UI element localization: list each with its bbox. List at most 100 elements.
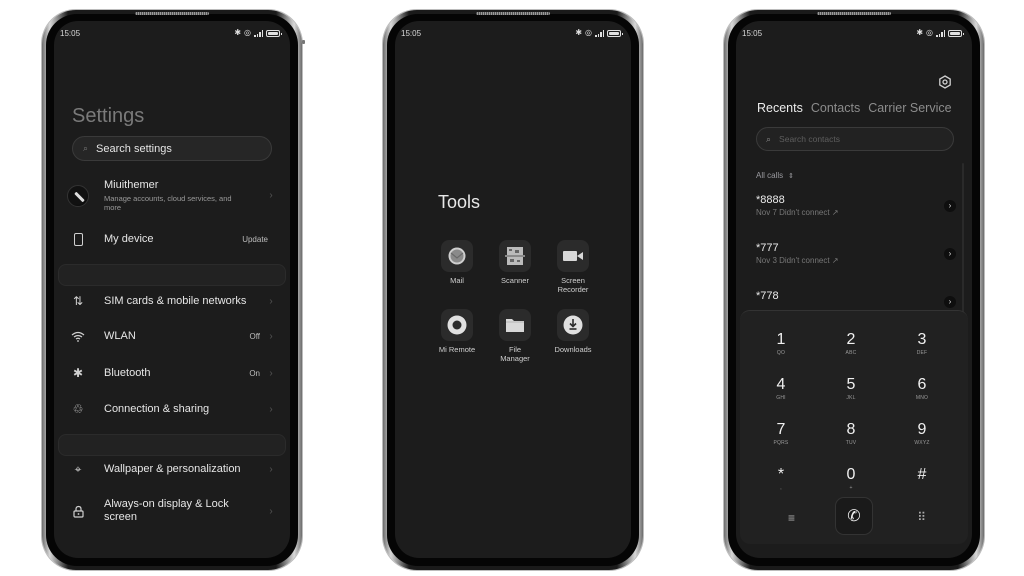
- my-device-label: My device: [104, 233, 154, 245]
- account-subtitle: Manage accounts, cloud services, and mor…: [104, 194, 232, 212]
- call-details-button[interactable]: ›: [944, 200, 956, 212]
- recent-call-item[interactable]: *778 ›: [756, 290, 956, 308]
- settings-item-connection-sharing[interactable]: ♲ Connection & sharing ›: [66, 402, 276, 416]
- dialpad-toggle-icon[interactable]: ⠿: [917, 510, 926, 524]
- key-9[interactable]: 9 WXYZ: [892, 421, 952, 446]
- outgoing-arrow-icon: ↗: [831, 208, 839, 217]
- settings-item-lock-screen[interactable]: Always-on display & Lock screen ›: [66, 498, 276, 524]
- phone-bezel: 15:05 ✱ ◎ Recents Contacts Carrier Servi…: [728, 12, 980, 566]
- earpiece: [135, 12, 209, 15]
- page-title: Settings: [72, 105, 145, 127]
- phone-tools: 15:05 ✱ ◎ Tools Mail Scanner Screen Reco…: [383, 10, 643, 570]
- sim-icon: ⇅: [72, 294, 84, 308]
- app-scanner[interactable]: Scanner: [490, 240, 540, 285]
- app-mail[interactable]: Mail: [432, 240, 482, 285]
- earpiece: [476, 12, 550, 15]
- phone-settings: 15:05 ✱ ◎ Settings ⌕ Search settings Miu…: [42, 10, 305, 570]
- menu-icon[interactable]: ≡: [788, 511, 795, 525]
- scrollbar[interactable]: [962, 163, 964, 313]
- search-input[interactable]: ⌕ Search settings: [72, 136, 272, 161]
- status-bar: 15:05 ✱ ◎: [742, 27, 964, 39]
- paint-icon: ⌖: [74, 462, 82, 476]
- alarm-status-icon: ◎: [585, 28, 592, 37]
- app-label: Scanner: [501, 276, 529, 285]
- key-8[interactable]: 8 TUV: [821, 421, 881, 446]
- key-hash[interactable]: #: [892, 466, 952, 485]
- call-button[interactable]: ✆: [835, 497, 873, 535]
- signal-icon: [254, 29, 263, 37]
- recent-call-item[interactable]: *777 Nov 3 Didn't connect ↗ ›: [756, 242, 956, 265]
- recent-number: *777: [756, 242, 779, 254]
- settings-item-my-device[interactable]: My device Update: [66, 233, 276, 246]
- status-time: 15:05: [742, 28, 763, 38]
- key-5[interactable]: 5 JKL: [821, 376, 881, 401]
- download-icon: [557, 309, 589, 341]
- app-label: Mail: [450, 276, 464, 285]
- folder-title: Tools: [438, 192, 481, 212]
- recent-number: *778: [756, 290, 779, 302]
- bluetooth-status: On: [249, 368, 260, 378]
- phone-icon: [73, 233, 83, 246]
- signal-icon: [936, 29, 945, 37]
- settings-item-wlan[interactable]: WLAN Off ›: [66, 330, 276, 343]
- tab-contacts[interactable]: Contacts: [811, 101, 860, 115]
- key-4[interactable]: 4 GHI: [751, 376, 811, 401]
- call-filter-dropdown[interactable]: All calls ⇕: [756, 171, 794, 180]
- alarm-status-icon: ◎: [926, 28, 933, 37]
- app-downloads[interactable]: Downloads: [548, 309, 598, 354]
- settings-gear-icon[interactable]: [938, 75, 952, 89]
- key-6[interactable]: 6 MNO: [892, 376, 952, 401]
- chevron-right-icon: ›: [269, 505, 273, 517]
- wlan-status: Off: [249, 332, 260, 341]
- key-1[interactable]: 1 QO: [751, 331, 811, 356]
- wifi-icon: [66, 331, 90, 342]
- search-icon: ⌕: [83, 143, 89, 153]
- battery-icon: [607, 29, 623, 37]
- call-details-button[interactable]: ›: [944, 296, 956, 308]
- bluetooth-status-icon: ✱: [575, 28, 583, 37]
- key-2[interactable]: 2 ABC: [821, 331, 881, 356]
- key-star[interactable]: *,: [751, 466, 811, 491]
- phone-dialer: 15:05 ✱ ◎ Recents Contacts Carrier Servi…: [724, 10, 984, 570]
- tab-carrier-service[interactable]: Carrier Service: [868, 101, 951, 115]
- settings-item-wallpaper[interactable]: ⌖ Wallpaper & personalization ›: [66, 462, 276, 477]
- phone-bezel: 15:05 ✱ ◎ Settings ⌕ Search settings Miu…: [46, 12, 298, 566]
- key-0[interactable]: 0 +: [821, 466, 881, 491]
- key-7[interactable]: 7 PQRS: [751, 421, 811, 446]
- tab-recents[interactable]: Recents: [757, 101, 803, 115]
- settings-item-label: Connection & sharing: [104, 402, 210, 415]
- mail-icon: [441, 240, 473, 272]
- chevron-right-icon: ›: [269, 403, 273, 415]
- settings-item-bluetooth[interactable]: ✱ Bluetooth On ›: [66, 366, 276, 380]
- recent-number: *8888: [756, 194, 785, 206]
- remote-icon: [441, 309, 473, 341]
- app-file-manager[interactable]: File Manager: [490, 309, 540, 363]
- settings-item-sim[interactable]: ⇅ SIM cards & mobile networks ›: [66, 294, 276, 308]
- chevron-right-icon: ›: [269, 367, 273, 379]
- section-divider: [58, 434, 286, 456]
- key-3[interactable]: 3 DEF: [892, 331, 952, 356]
- share-icon: ♲: [72, 402, 84, 416]
- call-details-button[interactable]: ›: [944, 248, 956, 260]
- status-bar: 15:05 ✱ ◎: [401, 27, 623, 39]
- account-name: Miuithemer: [104, 179, 159, 191]
- settings-item-label: Wallpaper & personalization: [104, 463, 241, 475]
- signal-icon: [595, 29, 604, 37]
- settings-item-account[interactable]: Miuithemer Manage accounts, cloud servic…: [66, 179, 276, 212]
- app-label: Screen Recorder: [557, 276, 589, 294]
- tools-screen: 15:05 ✱ ◎ Tools Mail Scanner Screen Reco…: [395, 21, 631, 558]
- settings-item-label: WLAN: [104, 330, 136, 342]
- video-camera-icon: [557, 240, 589, 272]
- status-time: 15:05: [401, 28, 422, 38]
- recent-detail: Nov 3 Didn't connect: [756, 256, 830, 265]
- recent-call-item[interactable]: *8888 Nov 7 Didn't connect ↗ ›: [756, 194, 956, 217]
- phone-call-icon: ✆: [847, 508, 861, 525]
- recent-detail: Nov 7 Didn't connect: [756, 208, 830, 217]
- search-placeholder: Search settings: [96, 142, 172, 155]
- status-time: 15:05: [60, 28, 81, 38]
- app-mi-remote[interactable]: Mi Remote: [432, 309, 482, 354]
- dialer-screen: 15:05 ✱ ◎ Recents Contacts Carrier Servi…: [736, 21, 972, 558]
- status-bar: 15:05 ✱ ◎: [60, 27, 282, 39]
- search-contacts-input[interactable]: ⌕ Search contacts: [756, 127, 954, 151]
- app-screen-recorder[interactable]: Screen Recorder: [548, 240, 598, 294]
